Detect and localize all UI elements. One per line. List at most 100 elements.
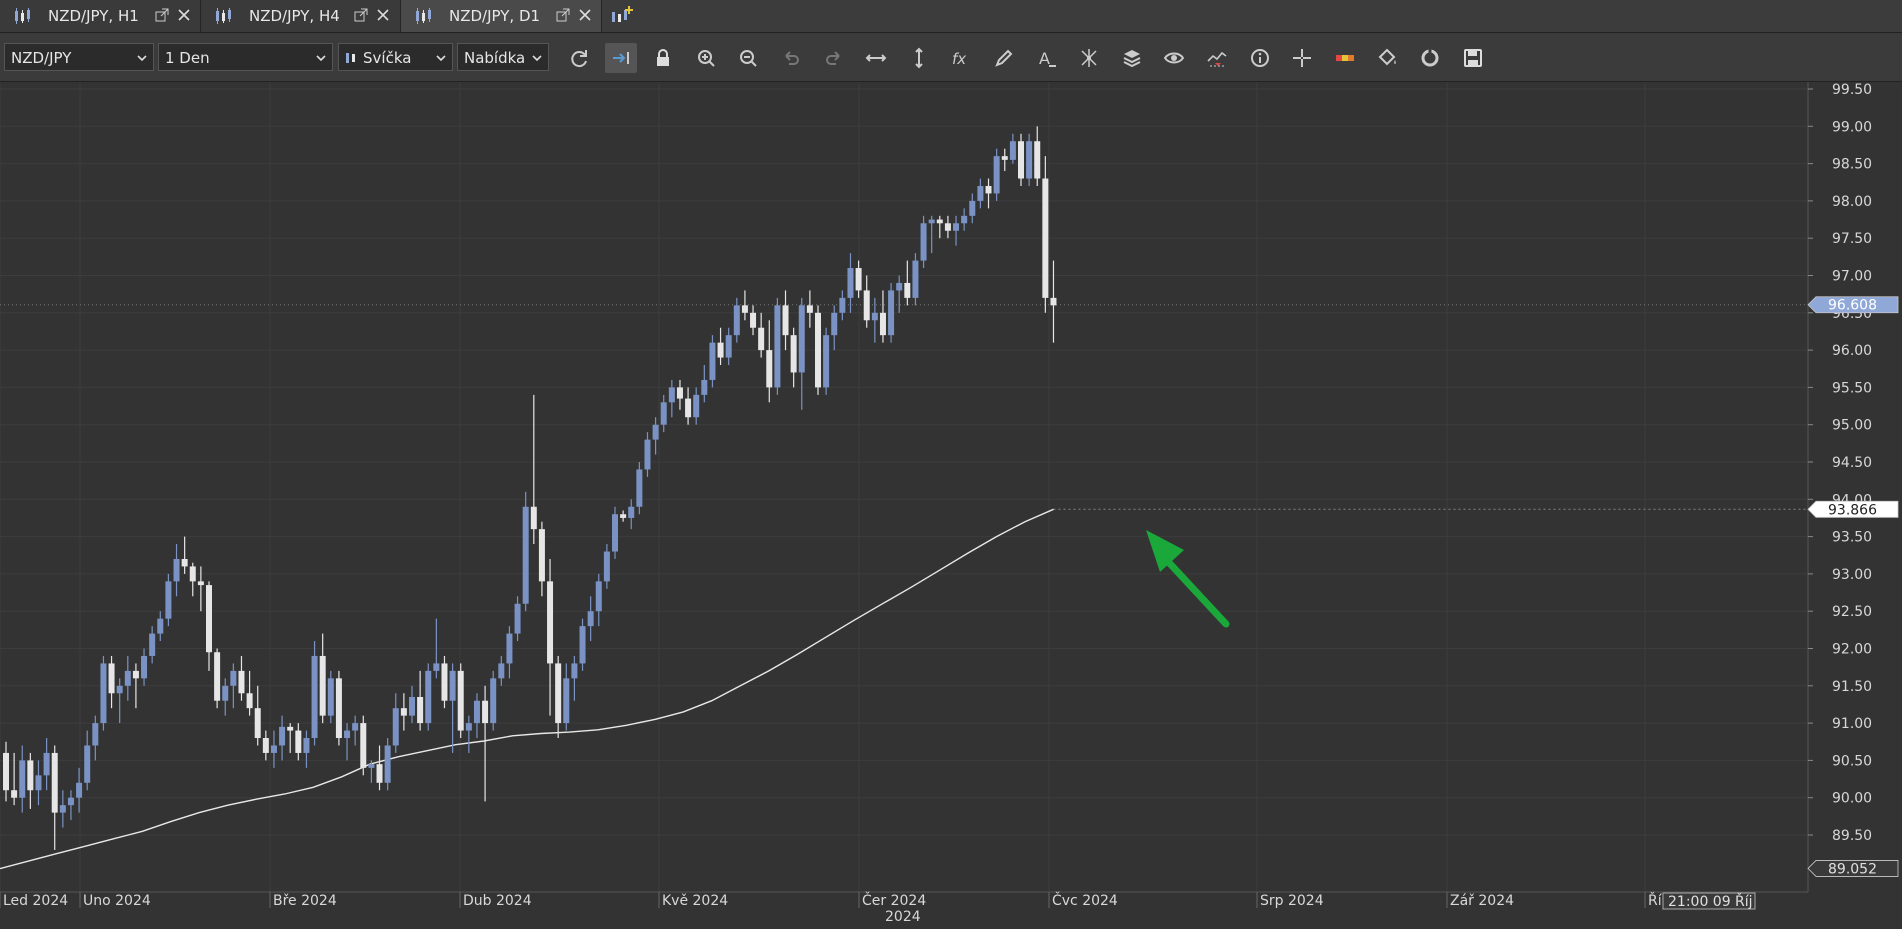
candle-body	[433, 663, 440, 671]
undo-button[interactable]	[775, 43, 807, 73]
chevron-down-icon	[316, 55, 326, 62]
candle-body	[238, 670, 245, 694]
vertical-scale-button[interactable]	[903, 43, 935, 73]
candle-body	[879, 312, 886, 336]
candle-body	[758, 327, 765, 351]
candle-body	[214, 652, 221, 701]
candle-body	[230, 670, 237, 686]
sync-icon	[1421, 49, 1439, 67]
candle-body	[676, 387, 683, 399]
candle-body	[270, 745, 277, 753]
draw-pencil-button[interactable]	[988, 43, 1020, 73]
period-select[interactable]: 1 Den	[158, 43, 333, 71]
layers-button[interactable]	[1116, 43, 1148, 73]
close-icon[interactable]	[578, 8, 592, 22]
x-tick-label: Čvc 2024	[1052, 891, 1118, 909]
candlestick-chart-icon	[15, 8, 30, 24]
indicators-fx-button[interactable]: fx	[945, 43, 977, 73]
candle-body	[790, 335, 797, 373]
candle-body	[668, 387, 675, 403]
x-tick-label: Srp 2024	[1260, 893, 1324, 909]
chart-type-select[interactable]: Svíčka	[338, 43, 453, 71]
x-tick-label: Zář 2024	[1450, 893, 1514, 909]
svg-text:A: A	[1039, 49, 1050, 68]
candle-body	[84, 745, 91, 783]
sync-button[interactable]	[1414, 43, 1446, 73]
candle-body	[51, 752, 58, 813]
candle-body	[441, 663, 448, 701]
candle-body	[311, 655, 318, 739]
candle-body	[530, 506, 537, 530]
popout-icon[interactable]	[354, 8, 368, 22]
candle-body	[522, 506, 529, 604]
tab-nzdjpy-h4[interactable]: NZD/JPY, H4	[201, 0, 401, 32]
candle-body	[815, 312, 821, 388]
zoom-out-button[interactable]	[732, 43, 764, 73]
candle-body	[181, 558, 188, 567]
symbol-select[interactable]: NZD/JPY	[4, 43, 154, 71]
candle-body	[157, 618, 164, 634]
y-tick-label: 92.00	[1832, 642, 1872, 658]
candle-body	[652, 424, 659, 440]
info-button[interactable]	[1244, 43, 1276, 73]
chevron-down-icon	[436, 55, 446, 62]
candle-type-icon	[346, 53, 355, 63]
text-tool-button[interactable]: A	[1031, 43, 1063, 73]
paint-bucket-button[interactable]	[1371, 43, 1403, 73]
popout-icon[interactable]	[155, 8, 169, 22]
close-icon[interactable]	[376, 8, 390, 22]
candle-body	[295, 730, 302, 753]
horizontal-scale-button[interactable]	[860, 43, 892, 73]
save-button[interactable]	[1457, 43, 1489, 73]
pattern-icon	[1081, 49, 1097, 67]
popout-icon[interactable]	[556, 8, 570, 22]
candle-body	[35, 775, 42, 791]
candle-body	[392, 708, 399, 746]
lock-button[interactable]	[647, 43, 679, 73]
candle-body	[67, 797, 74, 806]
candle-body	[132, 670, 139, 679]
candle-body	[644, 439, 651, 470]
tab-nzdjpy-h1[interactable]: NZD/JPY, H1	[0, 0, 201, 32]
candle-body	[928, 219, 935, 224]
pattern-button[interactable]	[1073, 43, 1105, 73]
candle-body	[376, 764, 383, 783]
refresh-button[interactable]	[562, 43, 594, 73]
tab-nzdjpy-d1[interactable]: NZD/JPY, D1	[401, 0, 602, 32]
signal-icon	[1207, 51, 1227, 67]
chart-area[interactable]: 99.50 99.00 98.50 98.00 97.50 97.00 96.50 96.00…	[0, 82, 1902, 925]
vertical-scale-icon	[915, 47, 923, 69]
price-side-select[interactable]: Nabídka	[457, 43, 549, 71]
price-axis[interactable]: 99.5099.0098.5098.0097.5097.0096.5096.00…	[1808, 82, 1872, 844]
candle-body	[725, 335, 732, 358]
candle-body	[798, 305, 805, 373]
color-bars-button[interactable]	[1329, 43, 1361, 73]
candle-body	[603, 551, 610, 582]
eye-button[interactable]	[1158, 43, 1190, 73]
candle-body	[595, 581, 602, 612]
period-value: 1 Den	[165, 49, 210, 67]
candlestick-chart-icon	[416, 8, 431, 24]
zoom-in-button[interactable]	[690, 43, 722, 73]
candle-body	[76, 782, 83, 798]
tab-title: NZD/JPY, H4	[249, 7, 340, 25]
candle-body	[360, 723, 367, 768]
close-icon[interactable]	[177, 8, 191, 22]
y-tick-label: 90.00	[1832, 791, 1872, 807]
y-tick-label: 97.00	[1832, 269, 1872, 285]
new-chart-tab-icon[interactable]	[610, 5, 634, 27]
candle-body	[1001, 156, 1008, 160]
candle-body	[116, 685, 123, 694]
candle-body	[189, 566, 196, 582]
crosshair-button[interactable]	[1286, 43, 1318, 73]
horizontal-scale-icon	[865, 54, 887, 62]
signal-button[interactable]	[1201, 43, 1233, 73]
candle-body	[262, 738, 269, 753]
time-axis[interactable]: Led 2024 Uno 2024 Bře 2024 Dub 2024 Kvě 2024…	[0, 891, 1756, 925]
info-icon	[1250, 49, 1269, 67]
redo-button[interactable]	[818, 43, 850, 73]
candle-body	[896, 282, 903, 291]
price-chart[interactable]: 99.5099.0098.5098.0097.5097.0096.5096.00…	[0, 82, 1902, 925]
candle-body	[847, 268, 854, 298]
autoscroll-button[interactable]	[604, 43, 637, 73]
